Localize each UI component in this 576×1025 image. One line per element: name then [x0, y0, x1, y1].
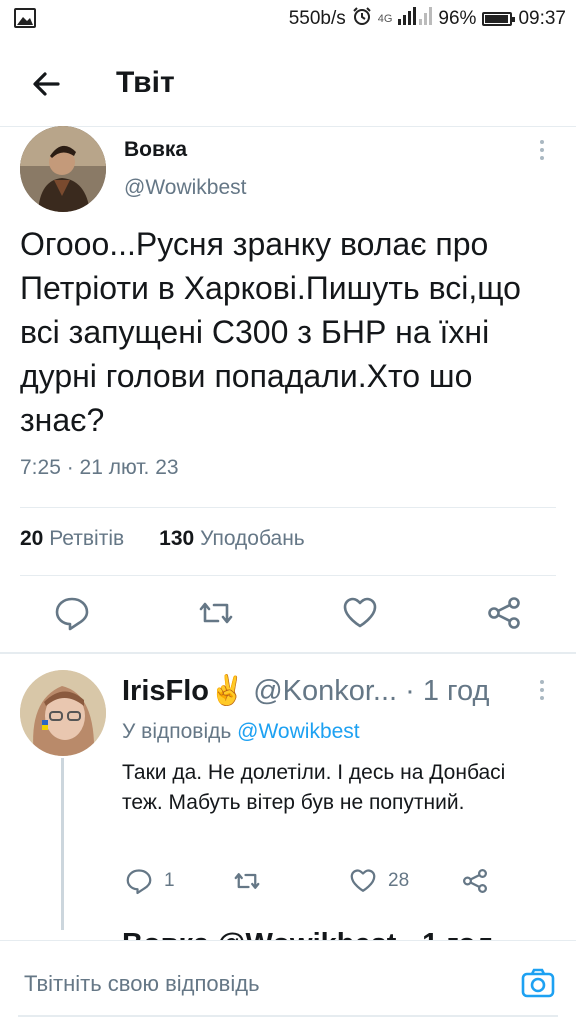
- tweet-stats: 20 Ретвітів 130 Уподобань: [20, 527, 305, 551]
- battery-percent: 96%: [438, 8, 477, 29]
- reply-header: IrisFlo✌ @Konkor... · 1 год: [122, 674, 489, 708]
- reply-reply-count: 1: [164, 870, 175, 891]
- divider: [20, 575, 556, 576]
- tweet-text: Огооо...Русня зранку волає про Петріоти …: [20, 226, 521, 438]
- author-name[interactable]: Вовка: [124, 138, 187, 162]
- retweets-count: 20: [20, 527, 44, 550]
- signal-icon: [398, 7, 433, 31]
- clock: 09:37: [518, 8, 566, 29]
- tweet-timestamp: 7:25 · 21 лют. 23: [20, 456, 179, 479]
- retweet-icon[interactable]: [196, 593, 236, 633]
- replying-prefix: У відповідь: [122, 720, 232, 743]
- retweet-icon: [234, 873, 260, 889]
- page-title: Твіт: [116, 66, 175, 99]
- reply-text: Таки да. Не долетіли. І десь на Донбасі …: [122, 761, 506, 814]
- retweets-label: Ретвітів: [49, 527, 125, 550]
- reply-like-button[interactable]: 28: [348, 866, 409, 896]
- reply-author-handle[interactable]: @Konkor...: [253, 675, 397, 707]
- compose-underline: [18, 1015, 558, 1017]
- back-arrow-icon[interactable]: [28, 66, 64, 102]
- reply-retweet-button[interactable]: [232, 866, 262, 896]
- thread-line: [61, 758, 64, 930]
- author-avatar[interactable]: [20, 126, 106, 212]
- reply-time: · 1 год: [405, 675, 490, 707]
- share-icon: [463, 869, 487, 893]
- retweets-stat[interactable]: 20 Ретвітів: [20, 527, 124, 550]
- likes-stat[interactable]: 130 Уподобань: [159, 527, 305, 550]
- reply-reply-button[interactable]: 1: [124, 866, 175, 896]
- alarm-icon: [352, 6, 372, 32]
- divider: [20, 507, 556, 508]
- camera-icon[interactable]: [520, 965, 556, 1001]
- top-app-bar: Твіт: [0, 40, 576, 127]
- reply-icon: [126, 869, 152, 895]
- like-heart-icon: [350, 869, 376, 892]
- likes-label: Уподобань: [200, 527, 305, 550]
- reply-author-name[interactable]: IrisFlo✌: [122, 675, 245, 707]
- share-icon[interactable]: [484, 593, 524, 633]
- reply-more-options-icon[interactable]: [540, 680, 546, 704]
- network-type: 4G: [377, 13, 393, 25]
- likes-count: 130: [159, 527, 195, 550]
- more-options-icon[interactable]: [540, 140, 546, 164]
- compose-bar: Твітніть свою відповідь: [0, 940, 576, 1025]
- replying-to: У відповідь @Wowikbest: [122, 720, 360, 744]
- author-handle[interactable]: @Wowikbest: [124, 176, 246, 200]
- reply-icon[interactable]: [52, 593, 92, 633]
- status-bar: 550b/s 4G 96% 09:37: [0, 0, 576, 38]
- replying-to-mention[interactable]: @Wowikbest: [237, 720, 359, 743]
- battery-icon: [482, 12, 516, 26]
- reply-author-avatar[interactable]: [20, 670, 106, 756]
- network-speed: 550b/s: [288, 8, 346, 29]
- like-heart-icon[interactable]: [340, 593, 380, 633]
- reply-like-count: 28: [388, 870, 410, 891]
- reply-share-button[interactable]: [460, 866, 490, 896]
- reply-input[interactable]: Твітніть свою відповідь: [24, 971, 260, 997]
- image-notification-icon: [14, 8, 36, 33]
- section-divider: [0, 652, 576, 654]
